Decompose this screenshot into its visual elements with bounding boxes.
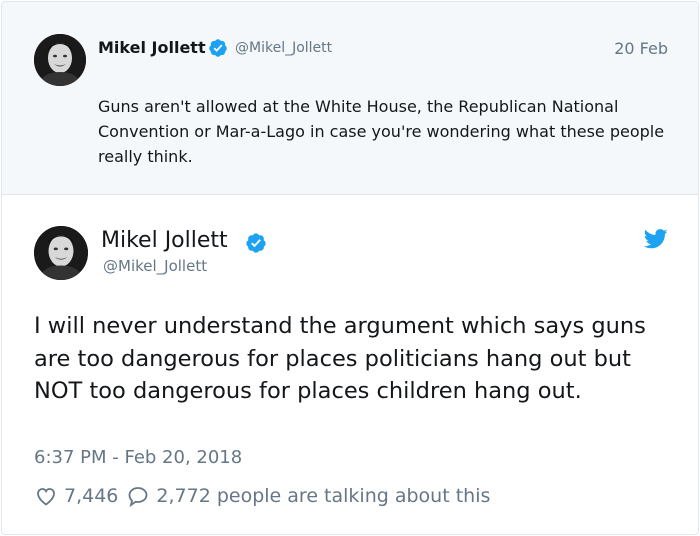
- parent-tweet-text: Guns aren't allowed at the White House, …: [98, 97, 665, 166]
- tweet-embed-card: Mikel Jollett @Mikel_Jollett 20 Feb Guns…: [1, 1, 699, 535]
- author-handle[interactable]: @Mikel_Jollett: [103, 257, 207, 275]
- parent-tweet-date[interactable]: 20 Feb: [614, 39, 668, 58]
- verified-badge-icon: [209, 39, 227, 57]
- heart-icon[interactable]: [34, 484, 58, 508]
- tweet-actions: 7,446 2,772 people are talking about thi…: [34, 482, 496, 510]
- conversation-count[interactable]: 2,772 people are talking about this: [156, 485, 490, 507]
- parent-author-avatar[interactable]: [34, 34, 86, 86]
- author-name[interactable]: Mikel Jollett: [101, 228, 228, 253]
- like-count[interactable]: 7,446: [64, 485, 118, 507]
- parent-author-handle[interactable]: @Mikel_Jollett: [235, 40, 332, 56]
- verified-badge-icon: [246, 233, 266, 253]
- author-avatar[interactable]: [34, 226, 88, 280]
- twitter-bird-icon[interactable]: [644, 229, 668, 249]
- tweet-text: I will never understand the argument whi…: [34, 313, 646, 404]
- tweet-timestamp[interactable]: 6:37 PM - Feb 20, 2018: [34, 447, 242, 468]
- speech-bubble-icon[interactable]: [126, 484, 150, 508]
- parent-author-name[interactable]: Mikel Jollett: [98, 38, 206, 57]
- parent-tweet[interactable]: Mikel Jollett @Mikel_Jollett 20 Feb Guns…: [2, 2, 698, 195]
